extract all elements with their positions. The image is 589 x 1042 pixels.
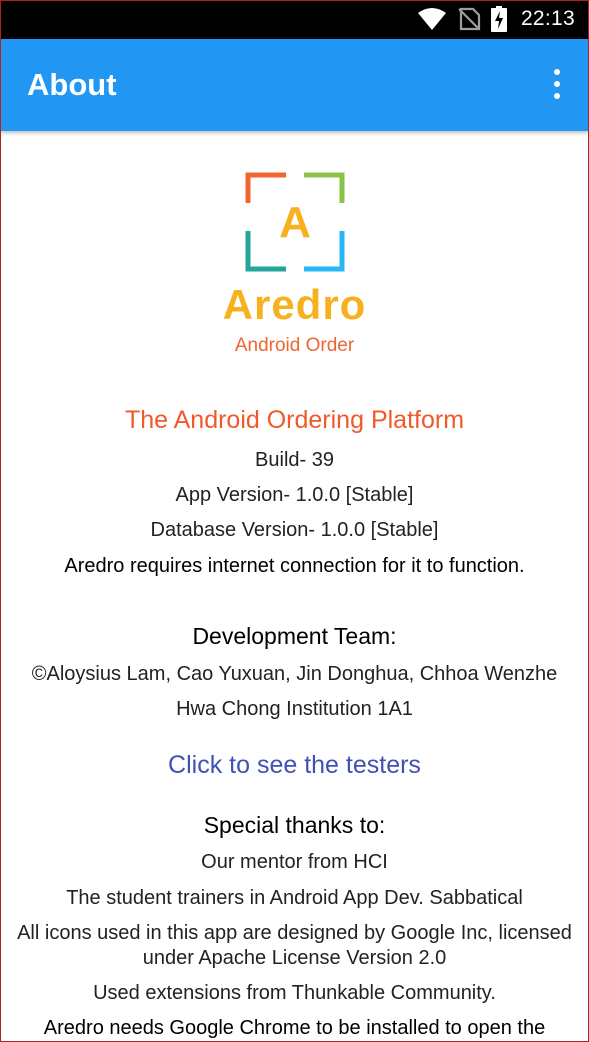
window-border — [0, 0, 589, 1042]
